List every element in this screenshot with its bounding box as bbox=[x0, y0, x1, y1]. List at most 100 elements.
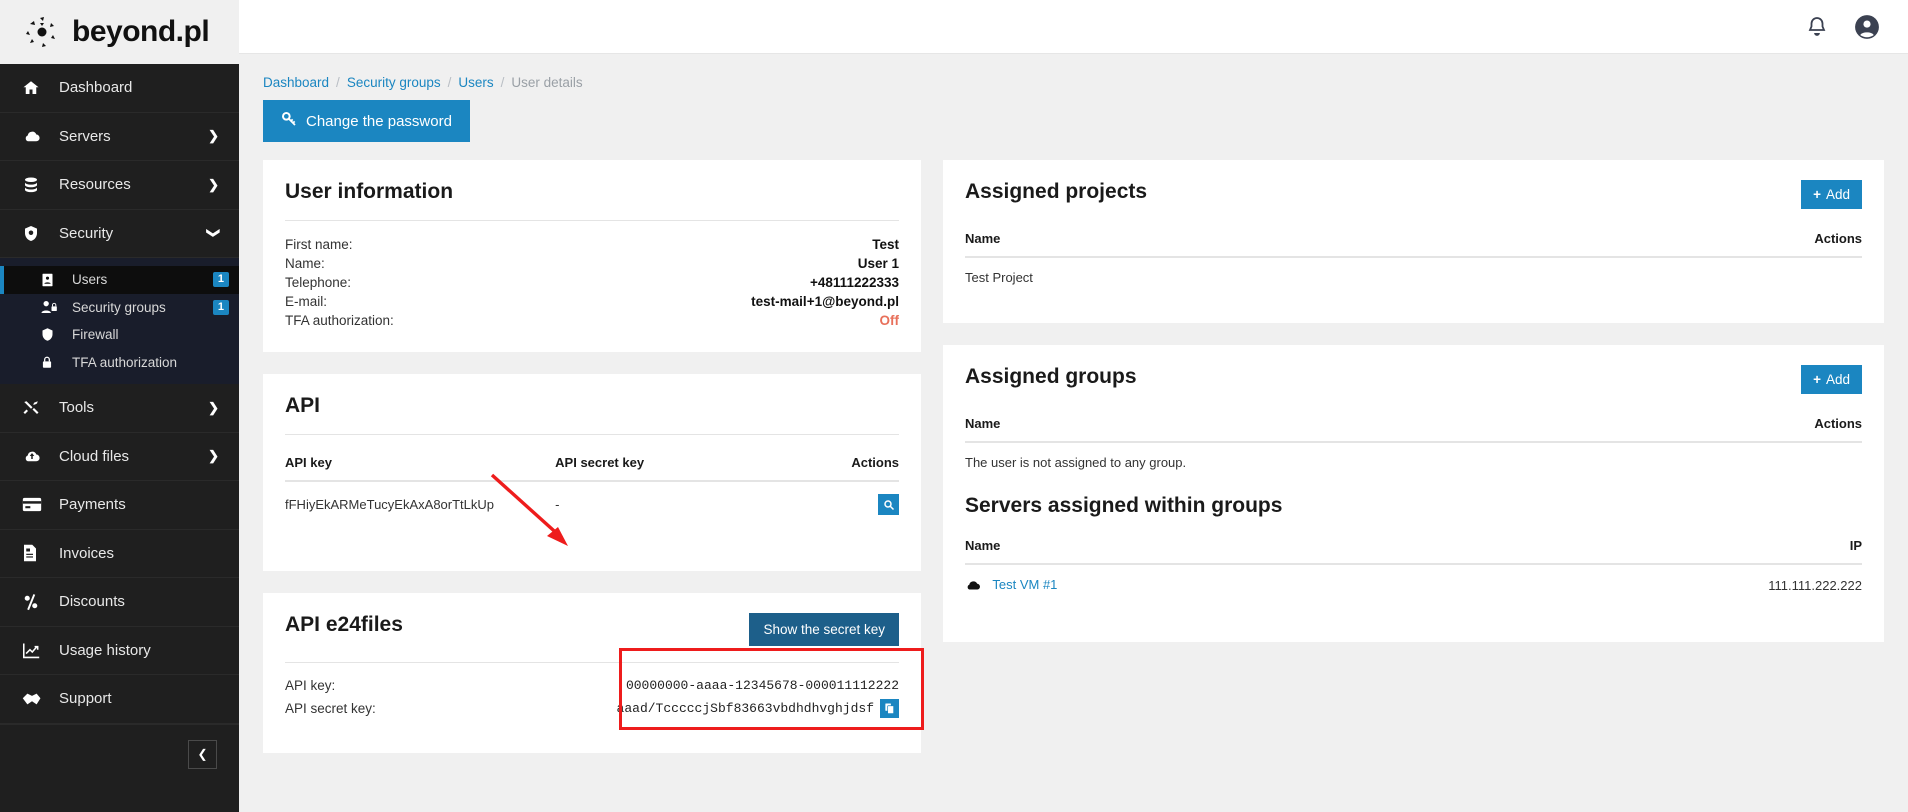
status-badge-tfa: Off bbox=[879, 313, 900, 328]
divider bbox=[285, 220, 899, 221]
sidebar-label-dashboard: Dashboard bbox=[59, 79, 133, 97]
cloud-upload-icon bbox=[22, 447, 48, 465]
sidebar-collapse-button[interactable]: ❮ bbox=[188, 739, 217, 769]
sidebar-item-security-groups[interactable]: Security groups 1 bbox=[0, 294, 239, 322]
brand-header[interactable]: beyond.pl bbox=[0, 0, 239, 64]
sidebar-item-usage-history[interactable]: Usage history bbox=[0, 627, 239, 675]
padlock-icon bbox=[40, 354, 64, 371]
breadcrumb-separator-1: / bbox=[336, 75, 340, 90]
divider bbox=[285, 662, 899, 663]
content-columns: User information First name: Test Name: … bbox=[263, 160, 1884, 775]
sidebar-label-resources: Resources bbox=[59, 176, 131, 194]
label-telephone: Telephone: bbox=[285, 275, 352, 290]
api-e24files-secret-row: API secret key: aaad/TcccccjSbf83663vbdh… bbox=[285, 698, 899, 719]
api-secret-value: - bbox=[555, 497, 560, 512]
user-info-row-tfa: TFA authorization: Off bbox=[285, 311, 899, 330]
servers-assigned-title: Servers assigned within groups bbox=[965, 494, 1283, 517]
sidebar-label-payments: Payments bbox=[59, 496, 126, 514]
breadcrumb-item-dashboard[interactable]: Dashboard bbox=[263, 75, 329, 90]
api-column-actions: Actions bbox=[800, 449, 899, 482]
add-group-button[interactable]: + Add bbox=[1801, 365, 1862, 394]
table-row: fFHiyEkARMeTucyEkAxA8orTtLkUp - bbox=[285, 481, 899, 523]
right-column: Assigned projects + Add Name Actions Tes… bbox=[943, 160, 1884, 775]
main-area: Dashboard / Security groups / Users / Us… bbox=[239, 0, 1908, 812]
assigned-groups-column-name: Name bbox=[965, 410, 1348, 443]
sidebar-item-tools[interactable]: Tools ❯ bbox=[0, 384, 239, 433]
sidebar-item-firewall[interactable]: Firewall bbox=[0, 321, 239, 349]
chevron-right-icon-cloud-files: ❯ bbox=[208, 448, 219, 464]
brand-name: beyond.pl bbox=[72, 15, 210, 48]
sidebar-item-servers[interactable]: Servers ❯ bbox=[0, 113, 239, 161]
sidebar-item-payments[interactable]: Payments bbox=[0, 481, 239, 530]
cloud-icon bbox=[22, 127, 48, 145]
value-api-key: 00000000-aaaa-12345678-000011112222 bbox=[625, 678, 899, 693]
sidebar-item-invoices[interactable]: Invoices bbox=[0, 530, 239, 578]
sidebar-nav: Dashboard Servers ❯ Resources ❯ Security… bbox=[0, 64, 239, 812]
sidebar-label-discounts: Discounts bbox=[59, 593, 125, 611]
assigned-projects-header: Assigned projects + Add bbox=[965, 180, 1862, 209]
assigned-project-actions bbox=[1492, 257, 1862, 293]
tools-icon bbox=[22, 399, 48, 417]
breadcrumb: Dashboard / Security groups / Users / Us… bbox=[263, 75, 1884, 90]
page-content: Dashboard / Security groups / Users / Us… bbox=[239, 54, 1908, 812]
shield-icon bbox=[22, 224, 48, 243]
user-lock-icon bbox=[40, 299, 64, 315]
table-row: Test Project bbox=[965, 257, 1862, 293]
assigned-projects-column-actions: Actions bbox=[1492, 225, 1862, 258]
server-name-link[interactable]: Test VM #1 bbox=[992, 577, 1057, 592]
magnifier-icon[interactable] bbox=[878, 494, 899, 515]
sidebar-label-usage-history: Usage history bbox=[59, 641, 151, 659]
sidebar-item-resources[interactable]: Resources ❯ bbox=[0, 161, 239, 210]
breadcrumb-item-users[interactable]: Users bbox=[458, 75, 493, 90]
chevron-right-icon-tools: ❯ bbox=[208, 399, 219, 415]
chevron-right-icon-resources: ❯ bbox=[208, 176, 219, 192]
key-icon bbox=[281, 111, 297, 131]
value-first-name: Test bbox=[872, 237, 899, 252]
api-table-header-row: API key API secret key Actions bbox=[285, 449, 899, 482]
copy-icon[interactable] bbox=[880, 699, 899, 718]
show-secret-key-button[interactable]: Show the secret key bbox=[749, 613, 899, 646]
invoice-icon bbox=[22, 544, 48, 562]
breadcrumb-separator-3: / bbox=[500, 75, 505, 90]
value-email: test-mail+1@beyond.pl bbox=[751, 294, 899, 309]
bell-icon[interactable] bbox=[1805, 15, 1829, 39]
user-info-row-first-name: First name: Test bbox=[285, 235, 899, 254]
sidebar-item-security[interactable]: Security ❯ bbox=[0, 210, 239, 258]
handshake-icon bbox=[22, 691, 48, 707]
api-actions-cell bbox=[801, 481, 899, 523]
chevron-down-icon-security: ❯ bbox=[206, 227, 222, 239]
shield-outline-icon bbox=[40, 326, 64, 343]
label-api-key: API key: bbox=[285, 678, 336, 693]
sidebar-item-support[interactable]: Support bbox=[0, 675, 239, 724]
sidebar-submenu-security: Users 1 Security groups 1 Firewall TFA a… bbox=[0, 258, 239, 384]
api-card: API API key API secret key Actions fFHiy… bbox=[263, 374, 921, 571]
api-e24files-rows: API key: 00000000-aaaa-12345678-00001111… bbox=[285, 677, 899, 719]
user-info-row-name: Name: User 1 bbox=[285, 254, 899, 273]
sidebar-label-security-groups: Security groups bbox=[72, 299, 166, 315]
sidebar-item-cloud-files[interactable]: Cloud files ❯ bbox=[0, 433, 239, 481]
sidebar-item-tfa-authorization[interactable]: TFA authorization bbox=[0, 349, 239, 377]
assigned-groups-title: Assigned groups bbox=[965, 365, 1137, 388]
servers-assigned-table: Name IP Test VM #1 111.111.222.222 bbox=[965, 532, 1862, 602]
assigned-groups-card: Assigned groups + Add Name Actions The u… bbox=[943, 345, 1884, 642]
api-e24files-title: API e24files bbox=[285, 613, 403, 636]
value-api-secret-key-wrap: aaad/TcccccjSbf83663vbdhdhvghjdsf bbox=[617, 699, 899, 718]
assigned-project-name: Test Project bbox=[965, 270, 1033, 285]
user-information-title: User information bbox=[285, 180, 454, 203]
breadcrumb-item-user-details: User details bbox=[511, 75, 583, 90]
assigned-projects-header-row: Name Actions bbox=[965, 225, 1862, 258]
label-email: E-mail: bbox=[285, 294, 328, 309]
add-project-button[interactable]: + Add bbox=[1801, 180, 1862, 209]
contact-card-icon bbox=[40, 272, 64, 288]
servers-column-name: Name bbox=[965, 532, 1411, 565]
chevron-left-icon: ❮ bbox=[197, 747, 208, 761]
breadcrumb-item-security-groups[interactable]: Security groups bbox=[347, 75, 441, 90]
beyond-logo-icon bbox=[22, 12, 62, 52]
server-ip-cell: 111.111.222.222 bbox=[1768, 577, 1862, 593]
user-avatar-icon[interactable] bbox=[1854, 14, 1880, 40]
sidebar-item-discounts[interactable]: Discounts bbox=[0, 578, 239, 627]
sidebar-item-dashboard[interactable]: Dashboard bbox=[0, 64, 239, 113]
sidebar-item-users[interactable]: Users 1 bbox=[0, 266, 239, 294]
breadcrumb-separator-2: / bbox=[447, 75, 452, 90]
change-password-button[interactable]: Change the password bbox=[263, 100, 470, 142]
